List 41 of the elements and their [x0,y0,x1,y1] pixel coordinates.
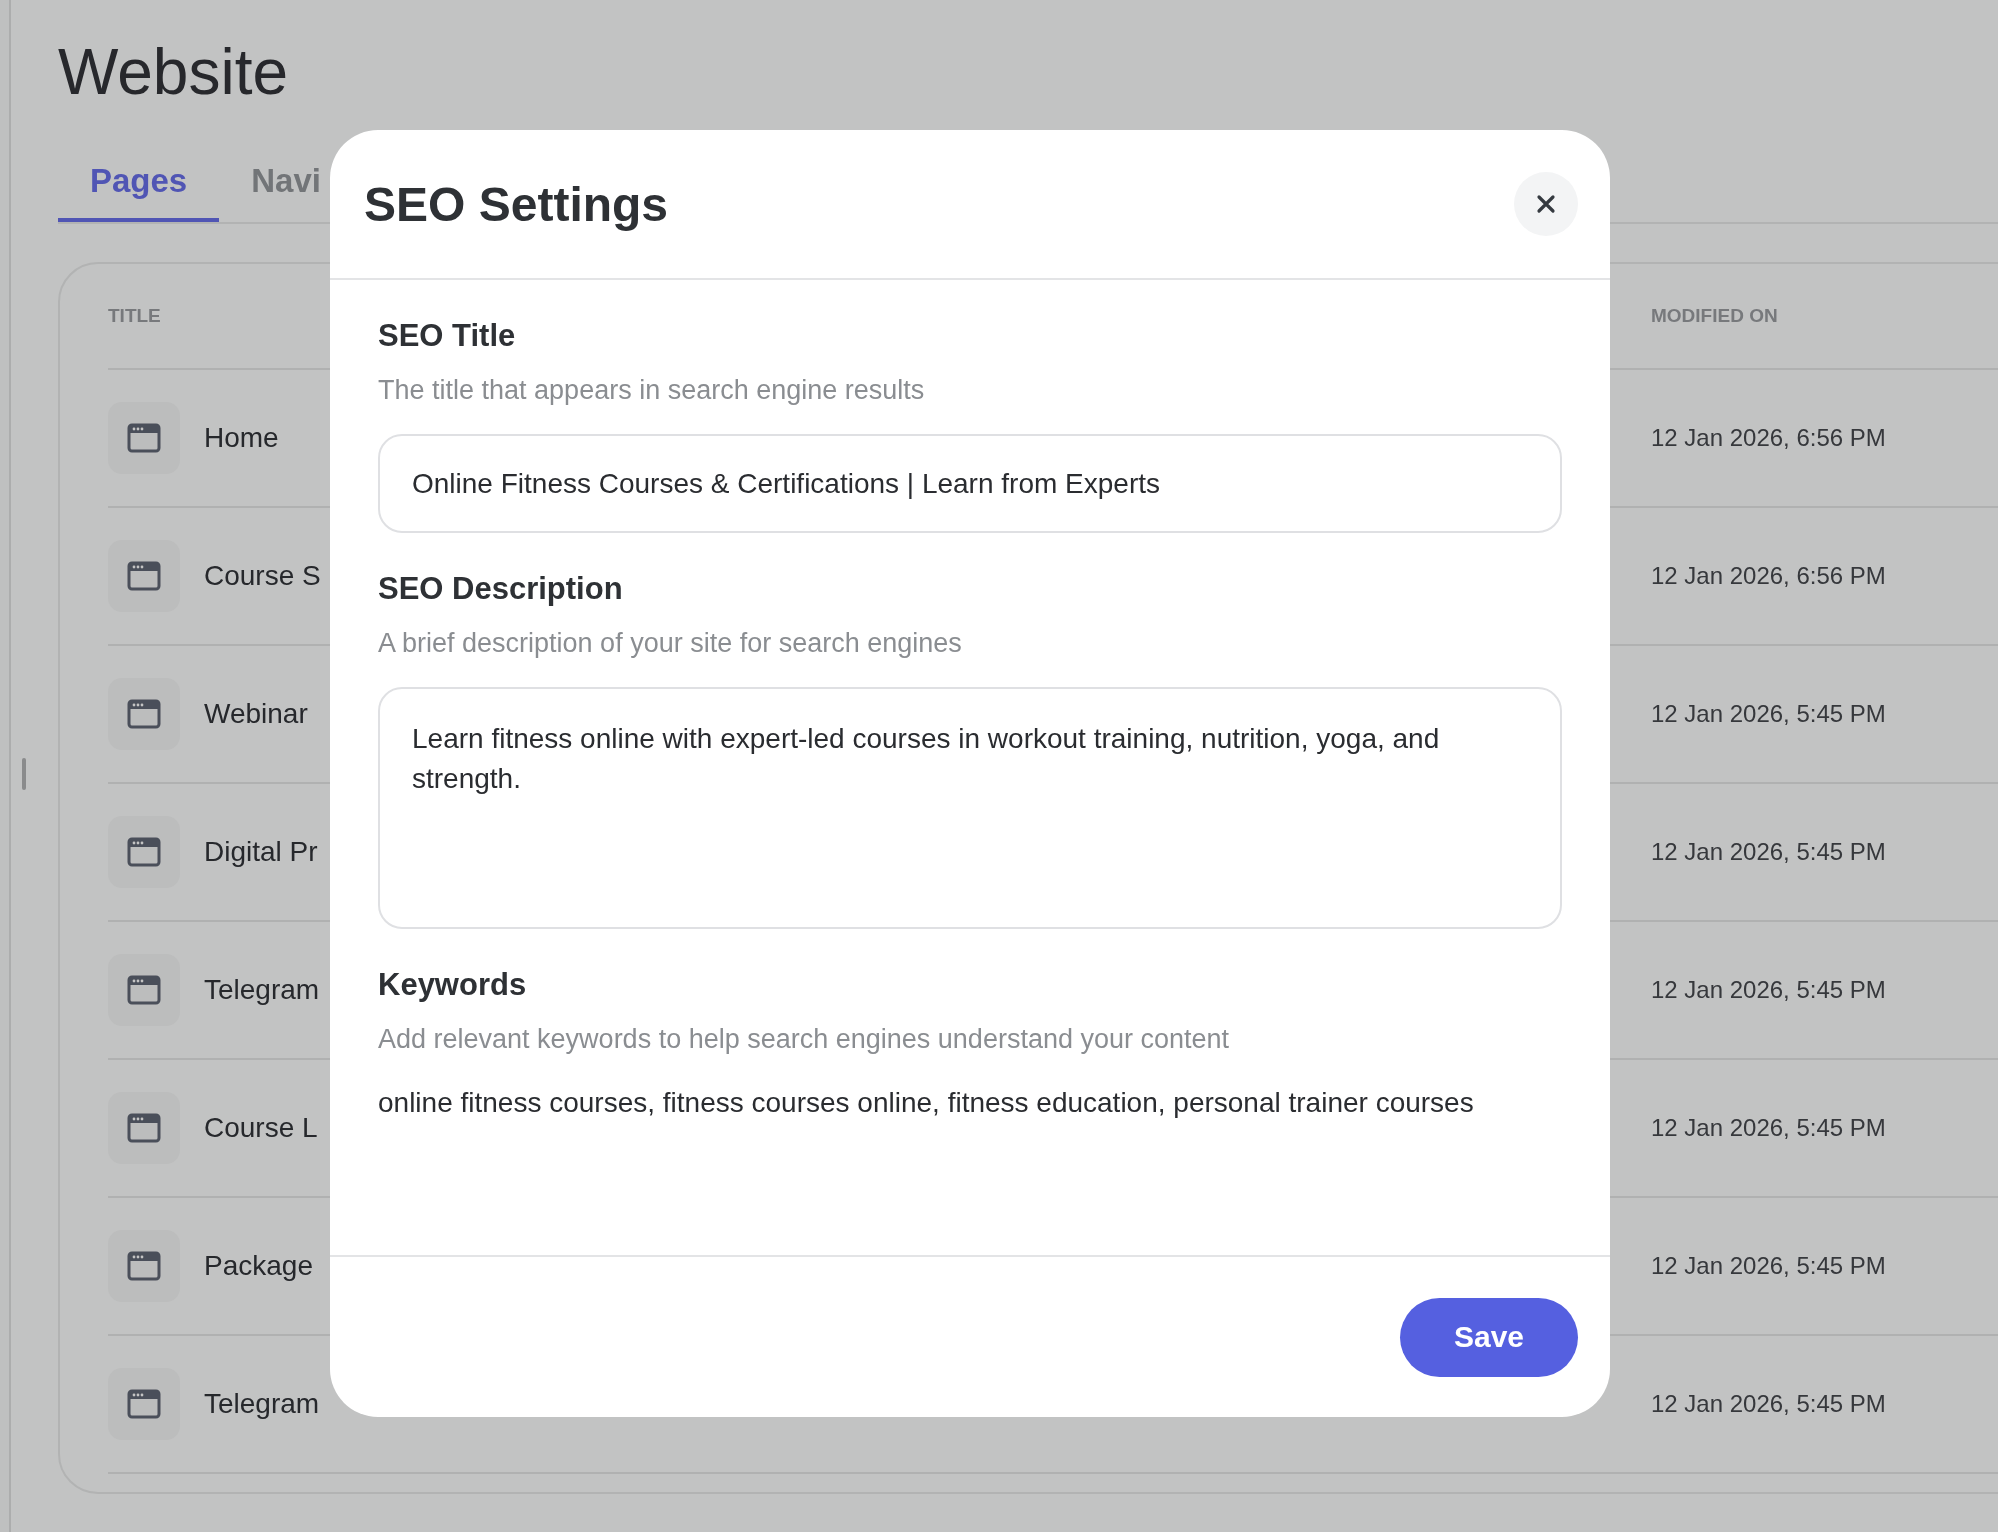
modified-date: 12 Jan 2026, 5:45 PM [1651,1252,1886,1279]
page-icon [108,1230,180,1302]
field-label: SEO Title [378,317,517,355]
field-label: Keywords [378,966,528,1004]
page-name: Package [204,1250,313,1282]
page-name: Home [204,422,279,454]
save-button[interactable]: Save [1400,1297,1578,1377]
page-icon [108,678,180,750]
modified-date: 12 Jan 2026, 5:45 PM [1651,700,1886,727]
close-icon [1536,194,1556,214]
modified-date: 12 Jan 2026, 5:45 PM [1651,976,1886,1003]
page-name: Webinar [204,698,308,730]
page-name: Course S [204,560,321,592]
modified-date: 12 Jan 2026, 5:45 PM [1651,838,1886,865]
page-icon [108,954,180,1026]
page-name: Digital Pr [204,836,318,868]
page-name: Telegram [204,974,320,1006]
column-header: TITLE [108,305,161,327]
page-name: Course L [204,1112,318,1144]
modified-date: 12 Jan 2026, 5:45 PM [1651,1390,1886,1417]
page-icon [108,402,180,474]
page-icon [108,1092,180,1164]
page-icon [108,816,180,888]
field-help: Add relevant keywords to help search engines understand your content [378,1023,1231,1056]
modified-date: 12 Jan 2026, 6:56 PM [1651,424,1886,451]
page-title: Website [58,35,290,110]
page-name: Telegram [204,1388,320,1420]
field-help: A brief description of your site for search engines [378,627,963,660]
page-icon [108,1368,180,1440]
page-icon [108,540,180,612]
seo-title-input[interactable]: Online Fitness Courses & Certifications | Learn from Experts [378,434,1562,533]
resize-handle[interactable] [22,758,26,790]
field-help: The title that appears in search engine results [378,374,926,407]
modified-date: 12 Jan 2026, 5:45 PM [1651,1114,1886,1141]
modified-date: 12 Jan 2026, 6:56 PM [1651,562,1886,589]
column-header: MODIFIED ON [1651,305,1778,326]
tab[interactable]: Pages [58,150,220,222]
keywords-text: online fitness courses, fitness courses online, fitness education, personal trainer courses [378,1086,1475,1120]
dialog-title: SEO Settings [364,176,669,232]
field-label: SEO Description [378,570,624,608]
seo-description-textarea[interactable]: Learn fitness online with expert-led courses in workout training, nutrition, yoga, and strength. [378,687,1562,929]
